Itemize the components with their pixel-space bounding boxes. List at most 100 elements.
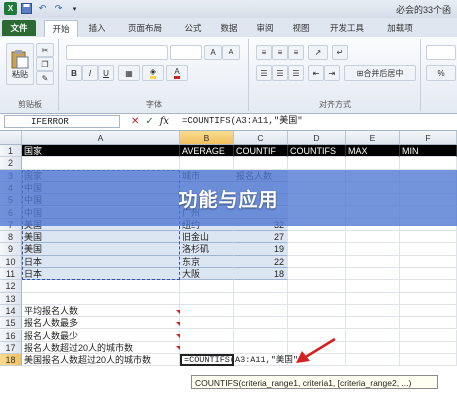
row-header[interactable]: 17 [0, 341, 22, 355]
cell-b10[interactable]: 东京 [180, 255, 234, 268]
align-right-icon[interactable]: ☰ [288, 65, 304, 81]
cell-a11[interactable]: 日本 [22, 268, 180, 281]
cell-e12[interactable] [346, 280, 400, 293]
cell-b1[interactable]: AVERAGE [180, 145, 234, 158]
align-center-icon[interactable]: ☰ [272, 65, 288, 81]
tab-file[interactable]: 文件 [2, 20, 36, 36]
cell-e8[interactable] [346, 231, 400, 244]
cell-c1[interactable]: COUNTIF [234, 145, 288, 158]
cell-c17[interactable] [234, 341, 288, 355]
cell-f10[interactable] [400, 255, 457, 268]
cell-c11[interactable]: 18 [234, 268, 288, 281]
cell-a13[interactable] [22, 292, 180, 305]
paste-button[interactable]: 粘贴 [6, 43, 34, 85]
cell-b17[interactable] [180, 341, 234, 355]
tab-insert[interactable]: 插入 [82, 20, 112, 36]
cell-c9[interactable]: 19 [234, 243, 288, 256]
cell-a10[interactable]: 日本 [22, 255, 180, 268]
cell-f9[interactable] [400, 243, 457, 256]
cell-b11[interactable]: 大阪 [180, 268, 234, 281]
cell-b18[interactable]: =COUNTIFS(A3:A11,"美国" [180, 354, 298, 367]
row-header[interactable]: 9 [0, 243, 22, 256]
align-middle-icon[interactable]: ≡ [272, 45, 288, 60]
wrap-text-icon[interactable]: ↵ [332, 45, 348, 60]
cell-b13[interactable] [180, 292, 234, 305]
cell-f2[interactable] [400, 157, 457, 170]
undo-icon[interactable]: ↶ [36, 2, 49, 15]
cell-e15[interactable] [346, 317, 400, 330]
cell-e2[interactable] [346, 157, 400, 170]
name-box[interactable]: IFERROR [4, 115, 120, 128]
cell-b9[interactable]: 洛杉矶 [180, 243, 234, 256]
row-header[interactable]: 15 [0, 317, 22, 330]
tab-developer[interactable]: 开发工具 [322, 20, 372, 36]
enter-icon[interactable]: ✓ [145, 116, 153, 127]
tab-data[interactable]: 数据 [214, 20, 244, 36]
column-header-b[interactable]: B [180, 131, 234, 145]
bold-button[interactable]: B [66, 65, 82, 81]
cell-e17[interactable] [346, 341, 400, 355]
cell-d8[interactable] [288, 231, 346, 244]
column-header-a[interactable]: A [22, 131, 180, 145]
row-header[interactable]: 16 [0, 329, 22, 342]
tab-page-layout[interactable]: 页面布局 [118, 20, 172, 36]
cell-a9[interactable]: 美国 [22, 243, 180, 256]
font-color-icon[interactable]: A [166, 65, 188, 81]
cell-d12[interactable] [288, 280, 346, 293]
orientation-icon[interactable]: ↗ [308, 45, 328, 60]
font-name-dropdown[interactable] [66, 45, 168, 60]
cell-e16[interactable] [346, 329, 400, 342]
shrink-font-icon[interactable]: A [222, 45, 240, 60]
cell-a15[interactable]: 报名人数最多 [22, 317, 180, 330]
cell-f12[interactable] [400, 280, 457, 293]
cell-b15[interactable] [180, 317, 234, 330]
column-header-d[interactable]: D [288, 131, 346, 145]
cell-a18[interactable]: 美国报名人数超过20人的城市数 [22, 354, 180, 367]
cell-c13[interactable] [234, 292, 288, 305]
merge-center-button[interactable]: ⊞ 合并后居中 [344, 65, 416, 81]
borders-icon[interactable]: ▦ [118, 65, 140, 81]
cell-e10[interactable] [346, 255, 400, 268]
cancel-icon[interactable]: ✕ [131, 116, 139, 127]
cell-b14[interactable] [180, 304, 234, 318]
cell-f15[interactable] [400, 317, 457, 330]
tab-view[interactable]: 视图 [286, 20, 316, 36]
format-painter-icon[interactable]: ✎ [36, 71, 54, 85]
row-header[interactable]: 1 [0, 145, 22, 158]
row-header[interactable]: 2 [0, 157, 22, 170]
save-icon[interactable] [20, 2, 33, 15]
cell-f1[interactable]: MIN [400, 145, 457, 158]
row-header[interactable]: 8 [0, 231, 22, 244]
tab-home[interactable]: 开始 [44, 20, 78, 37]
cell-d1[interactable]: COUNTIFS [288, 145, 346, 158]
row-header[interactable]: 12 [0, 280, 22, 293]
column-header-c[interactable]: C [234, 131, 288, 145]
redo-icon[interactable]: ↷ [52, 2, 65, 15]
cell-f16[interactable] [400, 329, 457, 342]
cell-e9[interactable] [346, 243, 400, 256]
cell-a2[interactable] [22, 157, 180, 170]
cell-a1[interactable]: 国家 [22, 145, 180, 158]
cell-e18[interactable] [346, 354, 400, 367]
cut-icon[interactable]: ✂ [36, 43, 54, 57]
cell-e11[interactable] [346, 268, 400, 281]
cell-d2[interactable] [288, 157, 346, 170]
number-format-dropdown[interactable] [426, 45, 456, 60]
column-header-f[interactable]: F [400, 131, 457, 145]
cell-f8[interactable] [400, 231, 457, 244]
cell-d9[interactable] [288, 243, 346, 256]
row-header[interactable]: 11 [0, 268, 22, 281]
cell-a17[interactable]: 报名人数超过20人的城市数 [22, 341, 180, 355]
cell-f17[interactable] [400, 341, 457, 355]
cell-c2[interactable] [234, 157, 288, 170]
decrease-indent-icon[interactable]: ⇤ [308, 65, 324, 81]
cell-c8[interactable]: 27 [234, 231, 288, 244]
row-header[interactable]: 13 [0, 292, 22, 305]
cell-d13[interactable] [288, 292, 346, 305]
insert-function-icon[interactable]: fx [160, 116, 169, 127]
cell-e13[interactable] [346, 292, 400, 305]
cell-c15[interactable] [234, 317, 288, 330]
tab-formulas[interactable]: 公式 [178, 20, 208, 36]
font-size-dropdown[interactable] [170, 45, 202, 60]
cell-f18[interactable] [400, 354, 457, 367]
